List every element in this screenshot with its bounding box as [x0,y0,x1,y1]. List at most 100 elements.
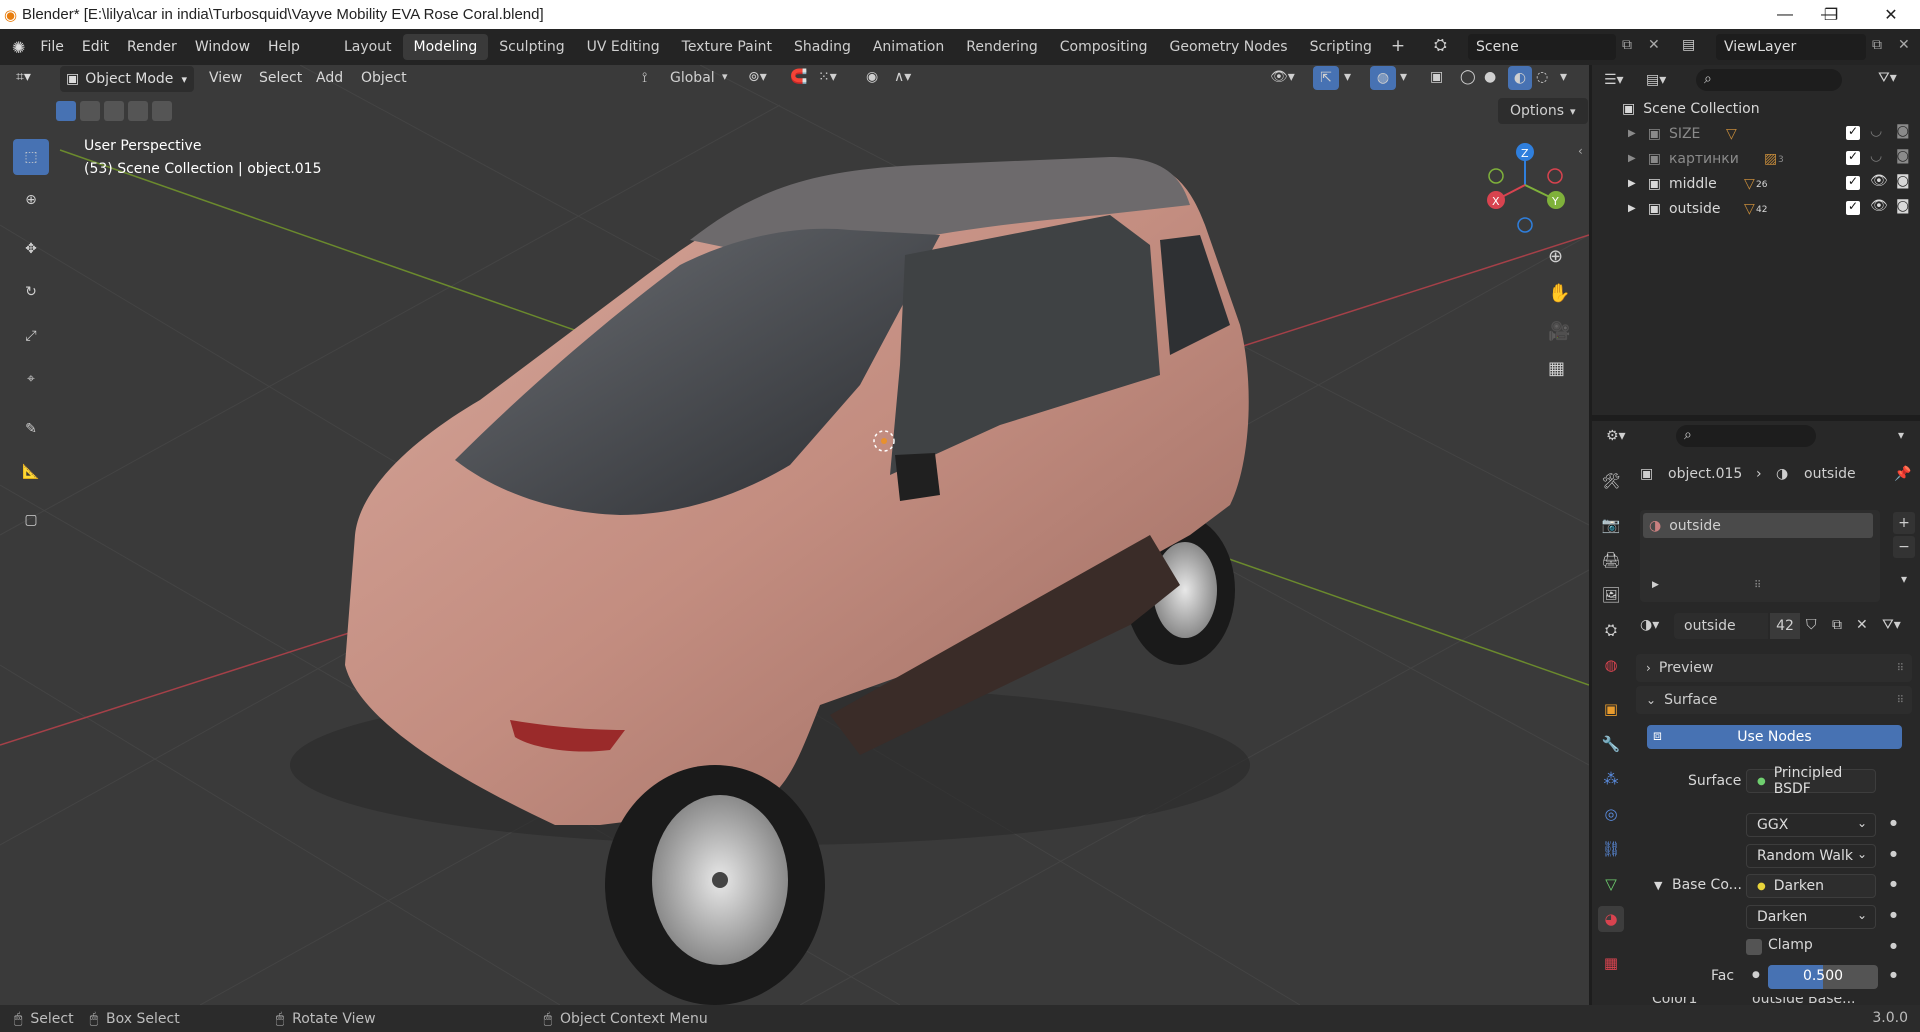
render-camera-icon[interactable]: ◙ [1896,123,1910,139]
particles-tab-icon[interactable]: ⁂ [1598,766,1624,792]
gizmo-toggle-icon[interactable]: ⇱ [1313,66,1339,90]
render-tab-icon[interactable]: 📷 [1598,512,1624,538]
select-new-icon[interactable] [56,101,76,121]
blender-menu-icon[interactable]: ✺ [12,38,25,57]
expand-arrow-icon[interactable]: ▶ [1652,580,1659,590]
select-intersect-icon[interactable] [152,101,172,121]
select-extend-icon[interactable] [80,101,100,121]
list-item[interactable]: ▶ ▣ middle ▽ 26 👁 ◙ [1592,171,1920,196]
remove-slot-button[interactable]: − [1893,536,1915,558]
material-preview-shading-icon[interactable]: ◐ [1508,66,1532,90]
proportional-edit-icon[interactable]: ◉ [866,69,878,85]
link-mode-icon[interactable]: ⛛▾ [1882,617,1901,633]
measure-tool-icon[interactable]: 📐 [13,454,49,490]
chevron-down-icon[interactable]: ▾ [1898,428,1904,442]
surface-shader-field[interactable]: ● Principled BSDF [1746,765,1876,797]
list-item[interactable]: ◑ outside [1643,513,1873,538]
tab-shading[interactable]: Shading [783,34,862,60]
menu-window[interactable]: Window [186,39,259,55]
eye-icon[interactable]: 👁 [1870,173,1888,189]
tab-geometry-nodes[interactable]: Geometry Nodes [1159,34,1299,60]
zoom-icon[interactable]: ⊕ [1548,246,1563,267]
render-camera-icon[interactable]: ◙ [1896,198,1910,214]
exclude-checkbox[interactable] [1846,199,1860,215]
hidden-eye-icon[interactable]: ◡ [1870,148,1882,164]
menu-object[interactable]: Object [352,70,416,86]
add-workspace-button[interactable]: + [1383,34,1413,60]
rotate-tool-icon[interactable]: ↻ [13,274,49,310]
keyframe-dot-icon[interactable]: ● [1890,910,1897,919]
exclude-checkbox[interactable] [1846,149,1860,165]
expand-arrow-icon[interactable]: ▼ [1654,879,1662,892]
texture-tab-icon[interactable]: ▦ [1598,950,1624,976]
tab-layout[interactable]: Layout [333,34,403,60]
material-browse-icon[interactable]: ◑▾ [1640,617,1659,633]
menu-render[interactable]: Render [118,39,186,55]
filter-icon[interactable]: ⛛▾ [1878,70,1897,86]
close-window-button[interactable]: ✕ [1868,0,1914,29]
exclude-checkbox[interactable] [1846,124,1860,140]
wireframe-shading-icon[interactable]: ◯ [1460,69,1476,85]
expand-arrow-icon[interactable]: ▶ [1628,153,1636,164]
viewlayer-browse-icon[interactable]: ▤ [1682,37,1695,53]
keyframe-dot-icon[interactable]: ● [1890,970,1897,979]
object-tab-icon[interactable]: ▣ [1598,696,1624,722]
exclude-checkbox[interactable] [1846,174,1860,190]
fake-user-icon[interactable]: ⛉ [1806,617,1817,633]
sidebar-toggle-icon[interactable]: ‹ [1578,144,1583,158]
material-users-count[interactable]: 42 [1770,613,1800,639]
blend-mode-dropdown[interactable]: Darken ⌄ [1746,905,1876,929]
overlays-toggle-icon[interactable]: ◍ [1370,66,1396,90]
properties-editor-type-icon[interactable]: ⚙▾ [1606,428,1626,444]
menu-edit[interactable]: Edit [73,39,118,55]
expand-arrow-icon[interactable]: ▶ [1628,178,1636,189]
expand-arrow-icon[interactable]: ▶ [1628,128,1636,139]
tab-compositing[interactable]: Compositing [1049,34,1159,60]
select-box-tool-icon[interactable]: ⬚ [13,139,49,175]
menu-file[interactable]: File [31,39,72,55]
scene-browse-icon[interactable]: ⛭ [1434,35,1447,55]
snap-target-icon[interactable]: ⁙▾ [818,69,837,85]
cursor-tool-icon[interactable]: ⊕ [13,182,49,218]
tab-uv-editing[interactable]: UV Editing [576,34,671,60]
surface-panel-header[interactable]: ⌄ Surface ⠿ [1636,686,1912,714]
pin-icon[interactable]: 📌 [1894,466,1911,482]
outliner-editor-type-icon[interactable]: ☰▾ [1604,72,1624,88]
distribution-dropdown[interactable]: GGX ⌄ [1746,813,1876,837]
data-tab-icon[interactable]: ▽ [1598,871,1624,897]
menu-add[interactable]: Add [307,70,352,86]
tab-texture-paint[interactable]: Texture Paint [671,34,783,60]
tab-animation[interactable]: Animation [862,34,955,60]
drag-handle-icon[interactable]: ⠿ [1897,695,1904,706]
move-tool-icon[interactable]: ✥ [13,231,49,267]
rendered-shading-icon[interactable]: ◌ [1536,69,1548,85]
view-layer-tab-icon[interactable]: 🖼 [1598,582,1624,608]
pan-hand-icon[interactable]: ✋ [1548,283,1570,304]
unlink-material-icon[interactable]: ✕ [1856,617,1868,633]
outliner-search-input[interactable]: ⌕ [1696,69,1842,91]
material-tab-icon[interactable]: ◕ [1598,906,1624,932]
add-slot-button[interactable]: + [1893,512,1915,534]
eye-icon[interactable]: 👁 [1870,198,1888,214]
drag-handle-icon[interactable]: ⠿ [1897,663,1904,674]
delete-viewlayer-icon[interactable]: ✕ [1898,37,1910,53]
options-dropdown[interactable]: Options ▾ [1498,98,1588,124]
menu-help[interactable]: Help [259,39,309,55]
clamp-checkbox[interactable] [1746,939,1762,955]
duplicate-material-icon[interactable]: ⧉ [1832,617,1842,633]
visibility-icon[interactable]: 👁▾ [1270,69,1295,85]
subsurface-method-dropdown[interactable]: Random Walk ⌄ [1746,844,1876,868]
output-tab-icon[interactable]: 🖨 [1598,547,1624,573]
navigation-gizmo[interactable]: Z Y X [1480,140,1570,240]
maximize-window-button[interactable]: ❐ [1808,0,1854,29]
delete-scene-icon[interactable]: ✕ [1648,37,1660,53]
base-color-input-field[interactable]: ● Darken [1746,874,1876,898]
editor-type-icon[interactable]: ⌗▾ [16,69,31,85]
menu-select[interactable]: Select [250,70,311,86]
modifier-tab-icon[interactable]: 🔧 [1598,731,1624,757]
render-camera-icon[interactable]: ◙ [1896,173,1910,189]
scale-tool-icon[interactable]: ⤢ [13,318,49,354]
material-name-field[interactable]: outside [1674,613,1768,639]
keyframe-dot-icon[interactable]: ● [1890,941,1897,950]
tab-rendering[interactable]: Rendering [955,34,1049,60]
